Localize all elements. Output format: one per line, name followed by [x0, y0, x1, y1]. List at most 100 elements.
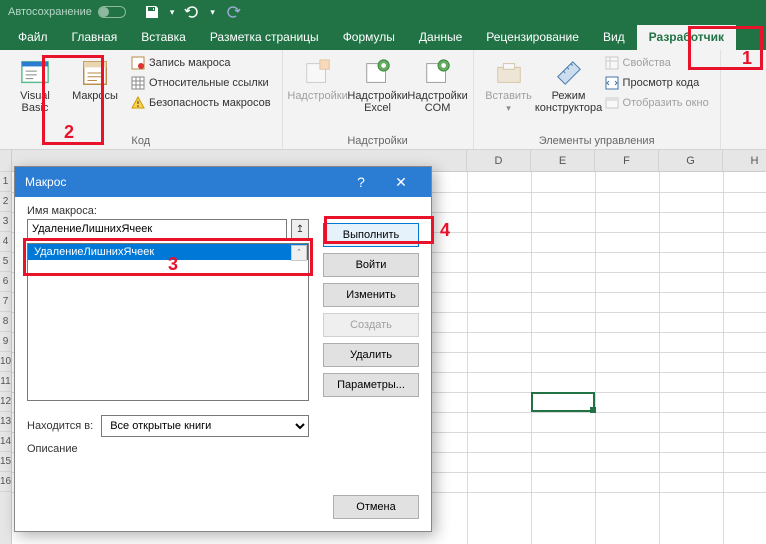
- qat-dropdown-icon[interactable]: ▾: [170, 7, 175, 18]
- properties-icon: [605, 56, 619, 70]
- macro-name-label: Имя макроса:: [27, 205, 309, 217]
- cancel-button[interactable]: Отмена: [333, 495, 419, 519]
- row-header[interactable]: 15: [0, 452, 11, 472]
- macros-label: Макросы: [72, 90, 118, 102]
- excel-addins-label: Надстройки Excel: [347, 90, 407, 114]
- addins-button[interactable]: Надстройки: [291, 54, 345, 106]
- tab-view[interactable]: Вид: [591, 25, 637, 50]
- create-button: Создать: [323, 313, 419, 337]
- save-icon[interactable]: [144, 4, 160, 20]
- record-macro-button[interactable]: Запись макроса: [128, 54, 274, 72]
- row-header[interactable]: 10: [0, 352, 11, 372]
- tab-developer[interactable]: Разработчик: [637, 25, 736, 50]
- properties-label: Свойства: [623, 57, 671, 69]
- com-addins-button[interactable]: Надстройки COM: [411, 54, 465, 118]
- scroll-up-icon[interactable]: ˆ: [291, 245, 307, 261]
- edit-button[interactable]: Изменить: [323, 283, 419, 307]
- row-header[interactable]: 1: [0, 172, 11, 192]
- design-mode-label: Режим конструктора: [535, 90, 602, 114]
- group-addins-title: Надстройки: [291, 133, 465, 147]
- row-header[interactable]: 7: [0, 292, 11, 312]
- row-header[interactable]: 16: [0, 472, 11, 492]
- excel-addins-button[interactable]: Надстройки Excel: [351, 54, 405, 118]
- row-header[interactable]: 6: [0, 272, 11, 292]
- relative-refs-label: Относительные ссылки: [149, 77, 269, 89]
- properties-button[interactable]: Свойства: [602, 54, 712, 72]
- tab-data[interactable]: Данные: [407, 25, 474, 50]
- row-header[interactable]: 5: [0, 252, 11, 272]
- run-button[interactable]: Выполнить: [323, 223, 419, 247]
- com-addins-icon: [423, 58, 453, 88]
- row-header[interactable]: 9: [0, 332, 11, 352]
- collapse-icon[interactable]: ↥: [291, 219, 309, 239]
- macros-button[interactable]: Макросы: [68, 54, 122, 106]
- tab-home[interactable]: Главная: [60, 25, 130, 50]
- warning-icon: [131, 96, 145, 110]
- options-button[interactable]: Параметры...: [323, 373, 419, 397]
- toolbox-icon: [494, 58, 524, 88]
- undo-icon[interactable]: [184, 4, 200, 20]
- row-header[interactable]: 12: [0, 392, 11, 412]
- addins-icon: [303, 58, 333, 88]
- row-header[interactable]: 11: [0, 372, 11, 392]
- group-controls-title: Элементы управления: [482, 133, 712, 147]
- selected-cell[interactable]: [531, 392, 595, 412]
- macro-listbox[interactable]: УдалениеЛишнихЯчеек ˆ: [27, 243, 309, 401]
- row-header[interactable]: 4: [0, 232, 11, 252]
- located-select[interactable]: Все открытые книги: [101, 415, 309, 437]
- addins-label: Надстройки: [287, 90, 347, 102]
- record-macro-label: Запись макроса: [149, 57, 231, 69]
- toggle-icon: [98, 6, 126, 18]
- located-label: Находится в:: [27, 420, 93, 432]
- row-header[interactable]: 2: [0, 192, 11, 212]
- group-code-title: Код: [8, 133, 274, 147]
- dialog-titlebar[interactable]: Макрос ? ✕: [15, 167, 431, 197]
- dialog-icon: [605, 96, 619, 110]
- row-header[interactable]: 8: [0, 312, 11, 332]
- tab-layout[interactable]: Разметка страницы: [198, 25, 331, 50]
- row-headers: 1 2 3 4 5 6 7 8 9 10 11 12 13 14 15 16: [0, 150, 12, 544]
- delete-button[interactable]: Удалить: [323, 343, 419, 367]
- macro-security-button[interactable]: Безопасность макросов: [128, 94, 274, 112]
- column-header[interactable]: D: [467, 150, 531, 171]
- run-dialog-button[interactable]: Отобразить окно: [602, 94, 712, 112]
- autosave-toggle[interactable]: Автосохранение: [8, 6, 126, 18]
- macro-security-label: Безопасность макросов: [149, 97, 271, 109]
- undo-dropdown-icon[interactable]: ▾: [210, 7, 215, 18]
- list-item[interactable]: УдалениеЛишнихЯчеек: [28, 244, 308, 260]
- ribbon-tabs: Файл Главная Вставка Разметка страницы Ф…: [0, 24, 766, 50]
- help-icon[interactable]: ?: [341, 167, 381, 197]
- close-icon[interactable]: ✕: [381, 167, 421, 197]
- step-into-button[interactable]: Войти: [323, 253, 419, 277]
- autosave-label: Автосохранение: [8, 6, 92, 18]
- group-controls: Вставить ▾ Режим конструктора Свойства П…: [474, 50, 721, 149]
- column-header[interactable]: F: [595, 150, 659, 171]
- run-dialog-label: Отобразить окно: [623, 97, 709, 109]
- dialog-title: Макрос: [25, 175, 66, 189]
- column-header[interactable]: E: [531, 150, 595, 171]
- tab-formulas[interactable]: Формулы: [331, 25, 407, 50]
- column-header[interactable]: G: [659, 150, 723, 171]
- macro-name-input[interactable]: [27, 219, 287, 239]
- tab-review[interactable]: Рецензирование: [474, 25, 591, 50]
- group-code: Visual Basic Макросы Запись макроса Отно…: [0, 50, 283, 149]
- column-header[interactable]: H: [723, 150, 766, 171]
- ruler-icon: [554, 58, 584, 88]
- row-header[interactable]: 13: [0, 412, 11, 432]
- visual-basic-label: Visual Basic: [20, 90, 50, 114]
- tab-file[interactable]: Файл: [6, 25, 60, 50]
- insert-control-button[interactable]: Вставить ▾: [482, 54, 536, 118]
- row-header[interactable]: 3: [0, 212, 11, 232]
- code-icon: [605, 76, 619, 90]
- visual-basic-icon: [20, 58, 50, 88]
- quick-access-toolbar: ▾ ▾: [144, 4, 241, 20]
- redo-icon[interactable]: [225, 4, 241, 20]
- tab-insert[interactable]: Вставка: [129, 25, 198, 50]
- com-addins-label: Надстройки COM: [407, 90, 467, 114]
- design-mode-button[interactable]: Режим конструктора: [542, 54, 596, 118]
- row-header[interactable]: 14: [0, 432, 11, 452]
- visual-basic-button[interactable]: Visual Basic: [8, 54, 62, 118]
- relative-refs-button[interactable]: Относительные ссылки: [128, 74, 274, 92]
- description-label: Описание: [27, 443, 309, 455]
- view-code-button[interactable]: Просмотр кода: [602, 74, 712, 92]
